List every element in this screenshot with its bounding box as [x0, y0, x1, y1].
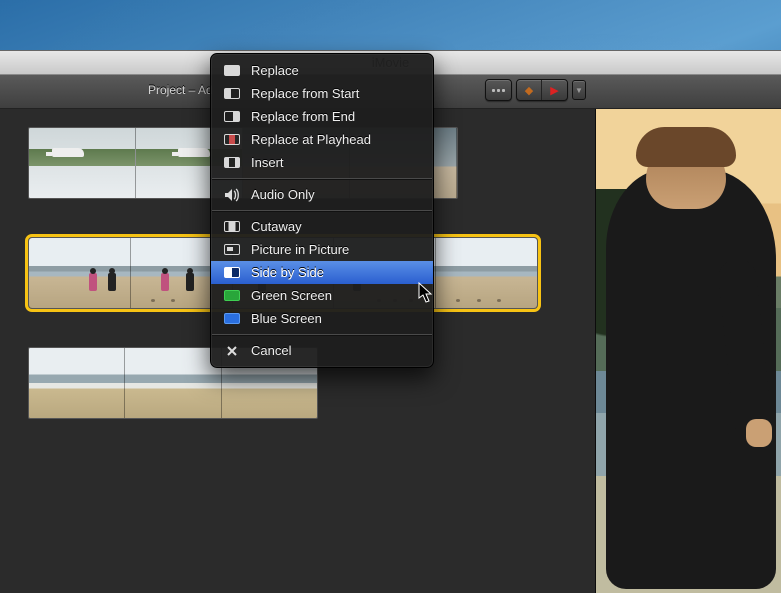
menu-item-replace-from-end[interactable]: Replace from End: [211, 105, 433, 128]
menu-item-cutaway[interactable]: Cutaway: [211, 215, 433, 238]
speaker-icon: [223, 188, 241, 202]
menu-label: Blue Screen: [251, 311, 322, 326]
insert-icon: [223, 156, 241, 170]
menu-label: Picture in Picture: [251, 242, 349, 257]
x-icon: [223, 344, 241, 358]
replace-mid-icon: [223, 133, 241, 147]
menu-item-blue-screen[interactable]: Blue Screen: [211, 307, 433, 330]
green-icon: [223, 289, 241, 303]
toolbar-overflow-button[interactable]: ▼: [572, 80, 586, 100]
grid-icon: [492, 89, 505, 92]
menu-item-replace-at-playhead[interactable]: Replace at Playhead: [211, 128, 433, 151]
menu-label: Replace from Start: [251, 86, 359, 101]
clip-drop-context-menu: Replace Replace from Start Replace from …: [210, 53, 434, 368]
menu-label: Replace from End: [251, 109, 355, 124]
marker-orange-button[interactable]: ◆: [517, 80, 542, 100]
project-title: Project – Ad: [148, 83, 213, 97]
menu-item-picture-in-picture[interactable]: Picture in Picture: [211, 238, 433, 261]
pip-icon: [223, 243, 241, 257]
marker-segment[interactable]: ◆ ▶: [516, 79, 568, 101]
menu-item-audio-only[interactable]: Audio Only: [211, 183, 433, 206]
sbs-icon: [223, 266, 241, 280]
menu-separator: [212, 178, 432, 179]
preview-frame: [596, 109, 781, 593]
shield-red-icon: ▶: [550, 84, 558, 97]
clip-thumbnail[interactable]: [436, 238, 537, 308]
menu-item-insert[interactable]: Insert: [211, 151, 433, 174]
view-grid-button[interactable]: [486, 80, 511, 100]
preview-pane: [595, 109, 781, 593]
replace-full-icon: [223, 64, 241, 78]
toolbar-right-group: ◆ ▶ ▼: [485, 79, 586, 101]
boat-decor: [52, 148, 84, 158]
view-mode-segment[interactable]: [485, 79, 512, 101]
chevron-down-icon: ▼: [575, 86, 583, 95]
shield-orange-icon: ◆: [525, 84, 533, 97]
blue-icon: [223, 312, 241, 326]
menu-separator: [212, 210, 432, 211]
menu-item-replace[interactable]: Replace: [211, 59, 433, 82]
clip-thumbnail[interactable]: [29, 348, 125, 418]
clip-thumbnail[interactable]: [29, 128, 136, 198]
menu-label: Replace at Playhead: [251, 132, 371, 147]
clip-thumbnail[interactable]: [29, 238, 131, 308]
menu-separator: [212, 334, 432, 335]
clip-thumbnail[interactable]: [125, 348, 221, 418]
menu-item-green-screen[interactable]: Green Screen: [211, 284, 433, 307]
menu-label: Audio Only: [251, 187, 315, 202]
menu-label: Cutaway: [251, 219, 302, 234]
mouse-cursor-icon: [418, 282, 433, 304]
cutaway-icon: [223, 220, 241, 234]
replace-left-icon: [223, 87, 241, 101]
menu-item-side-by-side[interactable]: Side by Side: [211, 261, 433, 284]
menu-label: Green Screen: [251, 288, 332, 303]
replace-right-icon: [223, 110, 241, 124]
menu-label: Cancel: [251, 343, 291, 358]
marker-red-button[interactable]: ▶: [542, 80, 567, 100]
menu-item-cancel[interactable]: Cancel: [211, 339, 433, 362]
menu-label: Replace: [251, 63, 299, 78]
menu-label: Side by Side: [251, 265, 324, 280]
menu-item-replace-from-start[interactable]: Replace from Start: [211, 82, 433, 105]
menu-label: Insert: [251, 155, 284, 170]
